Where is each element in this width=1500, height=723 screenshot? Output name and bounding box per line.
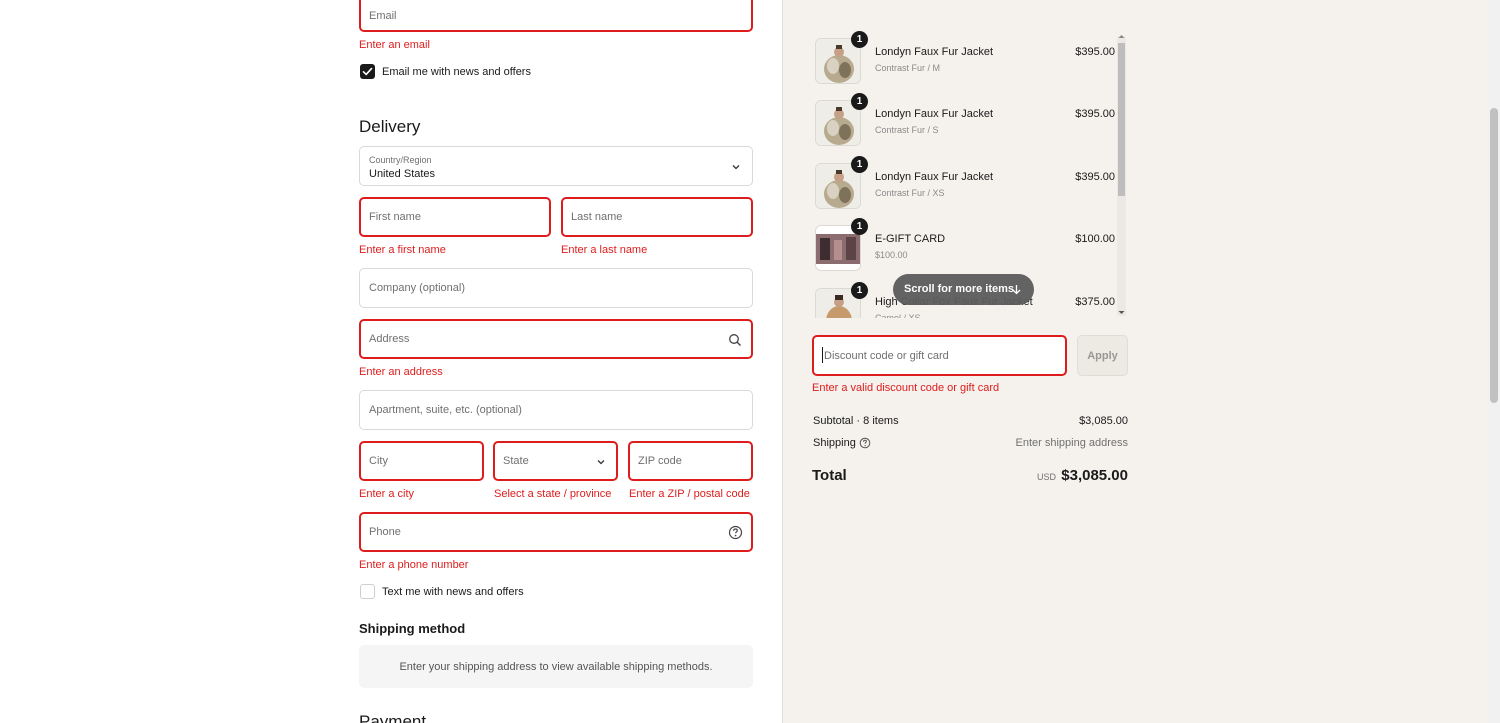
first-name-placeholder: First name	[369, 211, 421, 223]
cart-item: 1 Londyn Faux Fur Jacket Contrast Fur / …	[813, 156, 1128, 213]
quantity-badge: 1	[851, 282, 868, 299]
cart-scrollbar-thumb[interactable]	[1118, 43, 1125, 196]
item-price: $395.00	[1075, 171, 1115, 183]
sms-optin-label: Text me with news and offers	[382, 586, 524, 598]
help-circle-icon[interactable]	[859, 437, 871, 449]
arrow-down-icon	[1012, 285, 1021, 295]
company-placeholder: Company (optional)	[369, 282, 465, 294]
zip-placeholder: ZIP code	[638, 455, 682, 467]
item-variant: Contrast Fur / S	[875, 125, 939, 135]
chevron-down-icon	[597, 460, 605, 465]
item-name: E-GIFT CARD	[875, 233, 946, 245]
shipping-method-placeholder: Enter your shipping address to view avai…	[399, 661, 713, 673]
subtotal-value: $3,085.00	[1079, 415, 1128, 427]
item-variant: Contrast Fur / XS	[875, 188, 945, 198]
address-placeholder: Address	[369, 333, 410, 345]
shipping-row: Shipping Enter shipping address	[813, 437, 1128, 449]
email-error: Enter an email	[359, 39, 430, 51]
subtotal-row: Subtotal · 8 items $3,085.00	[813, 415, 1128, 427]
page-scrollbar-thumb[interactable]	[1490, 108, 1498, 403]
help-circle-icon[interactable]	[728, 525, 743, 540]
apartment-placeholder: Apartment, suite, etc. (optional)	[369, 404, 522, 416]
total-row: Total USD $3,085.00	[812, 467, 1128, 484]
scroll-down-arrow-icon[interactable]	[1117, 309, 1126, 316]
apartment-field[interactable]: Apartment, suite, etc. (optional)	[359, 390, 753, 430]
zip-field[interactable]: ZIP code	[628, 441, 753, 481]
apply-button[interactable]: Apply	[1077, 335, 1128, 376]
last-name-placeholder: Last name	[571, 211, 623, 223]
shipping-label: Shipping	[813, 437, 856, 449]
item-variant: $100.00	[875, 250, 908, 260]
state-error: Select a state / province	[494, 488, 612, 500]
phone-error: Enter a phone number	[359, 559, 469, 571]
cart-item: 1 Londyn Faux Fur Jacket Contrast Fur / …	[813, 93, 1128, 150]
first-name-field[interactable]: First name	[359, 197, 551, 237]
shipping-method-box: Enter your shipping address to view avai…	[359, 645, 753, 688]
item-name: Londyn Faux Fur Jacket	[875, 171, 994, 183]
city-error: Enter a city	[359, 488, 415, 500]
text-cursor	[822, 347, 823, 363]
city-placeholder: City	[369, 455, 388, 467]
scroll-hint-pill[interactable]: Scroll for more items	[893, 274, 1034, 305]
checkout-form: Email Enter an email Email me with news …	[0, 0, 782, 723]
last-name-field[interactable]: Last name	[561, 197, 753, 237]
search-icon	[729, 334, 741, 346]
discount-code-input[interactable]: Discount code or gift card	[812, 335, 1067, 376]
checkmark-icon	[362, 67, 373, 76]
delivery-title: Delivery	[359, 117, 421, 136]
quantity-badge: 1	[851, 218, 868, 235]
quantity-badge: 1	[851, 156, 868, 173]
apply-label: Apply	[1087, 350, 1118, 362]
quantity-badge: 1	[851, 31, 868, 48]
total-label: Total	[812, 467, 847, 484]
shipping-method-title: Shipping method	[359, 621, 466, 636]
quantity-badge: 1	[851, 93, 868, 110]
address-error: Enter an address	[359, 366, 443, 378]
state-select[interactable]: State	[493, 441, 618, 481]
item-price: $100.00	[1075, 233, 1115, 245]
country-value: United States	[369, 168, 436, 180]
address-field[interactable]: Address	[359, 319, 753, 359]
country-select[interactable]: Country/Region United States	[359, 146, 753, 186]
sms-optin-checkbox[interactable]	[360, 584, 375, 599]
email-placeholder: Email	[369, 9, 397, 22]
chevron-down-icon	[732, 165, 740, 170]
first-name-error: Enter a first name	[359, 244, 446, 256]
company-field[interactable]: Company (optional)	[359, 268, 753, 308]
item-variant: Contrast Fur / M	[875, 63, 941, 73]
zip-error: Enter a ZIP / postal code	[629, 488, 750, 500]
cart-item: 1 Londyn Faux Fur Jacket Contrast Fur / …	[813, 31, 1128, 88]
scroll-up-arrow-icon[interactable]	[1117, 33, 1126, 40]
subtotal-label: Subtotal · 8 items	[813, 415, 899, 427]
item-name: Londyn Faux Fur Jacket	[875, 46, 994, 58]
last-name-error: Enter a last name	[561, 244, 648, 256]
email-optin-label: Email me with news and offers	[382, 66, 531, 78]
scroll-hint-text: Scroll for more items	[904, 283, 1015, 295]
city-field[interactable]: City	[359, 441, 484, 481]
phone-placeholder: Phone	[369, 526, 401, 538]
item-price: $395.00	[1075, 46, 1115, 58]
discount-error: Enter a valid discount code or gift card	[812, 382, 1000, 394]
discount-placeholder: Discount code or gift card	[824, 349, 949, 362]
email-field[interactable]: Email	[359, 0, 753, 32]
cart-item: 1 E-GIFT CARD $100.00 $100.00	[813, 218, 1128, 275]
total-value: $3,085.00	[1061, 467, 1128, 484]
payment-title: Payment	[359, 712, 427, 723]
email-optin-checkbox[interactable]	[360, 64, 375, 79]
shipping-value: Enter shipping address	[1015, 437, 1128, 449]
country-label: Country/Region	[369, 155, 432, 165]
item-price: $395.00	[1075, 108, 1115, 120]
item-variant: Camel / XS	[875, 313, 921, 318]
item-price: $375.00	[1075, 296, 1115, 308]
item-name: Londyn Faux Fur Jacket	[875, 108, 994, 120]
state-placeholder: State	[503, 455, 529, 467]
phone-field[interactable]: Phone	[359, 512, 753, 552]
currency-code: USD	[1036, 472, 1056, 482]
